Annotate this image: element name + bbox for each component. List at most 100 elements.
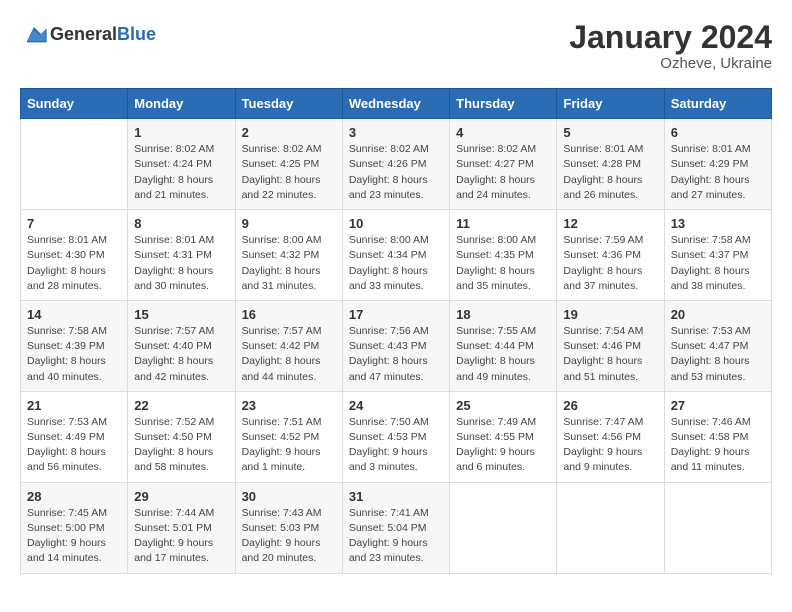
day-number: 19 [563,307,657,322]
day-number: 31 [349,489,443,504]
cell-week1-day6: 6Sunrise: 8:01 AMSunset: 4:29 PMDaylight… [664,119,771,210]
day-number: 15 [134,307,228,322]
cell-week5-day1: 29 Sunrise: 7:44 AMSunset: 5:01 PMDayligh… [128,482,235,573]
cell-week5-day3: 31 Sunrise: 7:41 AMSunset: 5:04 PMDayligh… [342,482,449,573]
day-info: Sunrise: 7:43 AMSunset: 5:03 PMDaylight:… [242,507,322,565]
title-block: January 2024 Ozheve, Ukraine [569,20,772,72]
logo-icon [20,20,48,48]
day-number: 9 [242,216,336,231]
day-info: Sunrise: 7:53 AMSunset: 4:47 PMDaylight:… [671,325,751,383]
day-number: 20 [671,307,765,322]
day-number: 18 [456,307,550,322]
cell-week1-day2: 2Sunrise: 8:02 AMSunset: 4:25 PMDaylight… [235,119,342,210]
cell-week3-day1: 15 Sunrise: 7:57 AMSunset: 4:40 PMDayligh… [128,300,235,391]
cell-week2-day1: 8 Sunrise: 8:01 AMSunset: 4:31 PMDaylight… [128,210,235,301]
col-header-friday: Friday [557,89,664,119]
cell-week4-day3: 24 Sunrise: 7:50 AMSunset: 4:53 PMDayligh… [342,391,449,482]
day-info: Sunrise: 7:46 AMSunset: 4:58 PMDaylight:… [671,416,751,474]
week-row-3: 14 Sunrise: 7:58 AMSunset: 4:39 PMDayligh… [21,300,772,391]
day-number: 12 [563,216,657,231]
cell-week1-day4: 4 Sunrise: 8:02 AMSunset: 4:27 PMDaylight… [450,119,557,210]
day-info: Sunrise: 7:53 AMSunset: 4:49 PMDaylight:… [27,416,107,474]
header: GeneralBlue January 2024 Ozheve, Ukraine [20,20,772,72]
cell-week5-day4 [450,482,557,573]
day-info: Sunrise: 8:00 AMSunset: 4:32 PMDaylight:… [242,234,322,292]
cell-week1-day3: 3 Sunrise: 8:02 AMSunset: 4:26 PMDaylight… [342,119,449,210]
cell-week4-day0: 21 Sunrise: 7:53 AMSunset: 4:49 PMDayligh… [21,391,128,482]
day-number: 8 [134,216,228,231]
day-number: 1 [134,125,228,140]
day-number: 26 [563,398,657,413]
cell-week4-day6: 27 Sunrise: 7:46 AMSunset: 4:58 PMDayligh… [664,391,771,482]
col-header-thursday: Thursday [450,89,557,119]
day-info: Sunrise: 7:57 AMSunset: 4:42 PMDaylight:… [242,325,322,383]
calendar-table: SundayMondayTuesdayWednesdayThursdayFrid… [20,88,772,573]
day-info: Sunrise: 8:02 AMSunset: 4:26 PMDaylight:… [349,143,429,201]
cell-week4-day4: 25Sunrise: 7:49 AMSunset: 4:55 PMDayligh… [450,391,557,482]
logo-general: General [50,24,117,44]
location-title: Ozheve, Ukraine [569,55,772,72]
day-number: 10 [349,216,443,231]
cell-week5-day0: 28Sunrise: 7:45 AMSunset: 5:00 PMDayligh… [21,482,128,573]
col-header-tuesday: Tuesday [235,89,342,119]
day-number: 21 [27,398,121,413]
cell-week1-day1: 1Sunrise: 8:02 AMSunset: 4:24 PMDaylight… [128,119,235,210]
logo-text: GeneralBlue [50,24,156,45]
day-info: Sunrise: 7:58 AMSunset: 4:39 PMDaylight:… [27,325,107,383]
day-info: Sunrise: 7:45 AMSunset: 5:00 PMDaylight:… [27,507,107,565]
day-info: Sunrise: 7:44 AMSunset: 5:01 PMDaylight:… [134,507,214,565]
day-number: 5 [563,125,657,140]
day-number: 14 [27,307,121,322]
cell-week3-day6: 20 Sunrise: 7:53 AMSunset: 4:47 PMDayligh… [664,300,771,391]
cell-week3-day2: 16Sunrise: 7:57 AMSunset: 4:42 PMDayligh… [235,300,342,391]
day-number: 27 [671,398,765,413]
day-info: Sunrise: 8:00 AMSunset: 4:34 PMDaylight:… [349,234,429,292]
cell-week4-day1: 22 Sunrise: 7:52 AMSunset: 4:50 PMDayligh… [128,391,235,482]
day-info: Sunrise: 7:56 AMSunset: 4:43 PMDaylight:… [349,325,429,383]
day-info: Sunrise: 7:58 AMSunset: 4:37 PMDaylight:… [671,234,751,292]
day-number: 23 [242,398,336,413]
cell-week2-day3: 10 Sunrise: 8:00 AMSunset: 4:34 PMDayligh… [342,210,449,301]
day-number: 4 [456,125,550,140]
day-number: 24 [349,398,443,413]
day-number: 11 [456,216,550,231]
day-info: Sunrise: 8:01 AMSunset: 4:31 PMDaylight:… [134,234,214,292]
day-number: 13 [671,216,765,231]
day-number: 3 [349,125,443,140]
day-info: Sunrise: 7:57 AMSunset: 4:40 PMDaylight:… [134,325,214,383]
cell-week3-day4: 18 Sunrise: 7:55 AMSunset: 4:44 PMDayligh… [450,300,557,391]
month-title: January 2024 [569,20,772,55]
day-info: Sunrise: 8:02 AMSunset: 4:27 PMDaylight:… [456,143,536,201]
day-number: 17 [349,307,443,322]
day-info: Sunrise: 7:41 AMSunset: 5:04 PMDaylight:… [349,507,429,565]
day-number: 2 [242,125,336,140]
logo-blue: Blue [117,24,156,44]
cell-week5-day2: 30 Sunrise: 7:43 AMSunset: 5:03 PMDayligh… [235,482,342,573]
day-number: 7 [27,216,121,231]
day-info: Sunrise: 8:01 AMSunset: 4:28 PMDaylight:… [563,143,643,201]
cell-week3-day0: 14 Sunrise: 7:58 AMSunset: 4:39 PMDayligh… [21,300,128,391]
week-row-1: 1Sunrise: 8:02 AMSunset: 4:24 PMDaylight… [21,119,772,210]
cell-week2-day2: 9 Sunrise: 8:00 AMSunset: 4:32 PMDaylight… [235,210,342,301]
logo: GeneralBlue [20,20,156,48]
cell-week2-day0: 7Sunrise: 8:01 AMSunset: 4:30 PMDaylight… [21,210,128,301]
header-row: SundayMondayTuesdayWednesdayThursdayFrid… [21,89,772,119]
day-info: Sunrise: 7:51 AMSunset: 4:52 PMDaylight:… [242,416,322,474]
cell-week2-day4: 11Sunrise: 8:00 AMSunset: 4:35 PMDayligh… [450,210,557,301]
col-header-saturday: Saturday [664,89,771,119]
day-number: 22 [134,398,228,413]
col-header-monday: Monday [128,89,235,119]
day-info: Sunrise: 7:52 AMSunset: 4:50 PMDaylight:… [134,416,214,474]
cell-week2-day6: 13 Sunrise: 7:58 AMSunset: 4:37 PMDayligh… [664,210,771,301]
day-info: Sunrise: 7:50 AMSunset: 4:53 PMDaylight:… [349,416,429,474]
cell-week2-day5: 12Sunrise: 7:59 AMSunset: 4:36 PMDayligh… [557,210,664,301]
cell-week3-day5: 19 Sunrise: 7:54 AMSunset: 4:46 PMDayligh… [557,300,664,391]
col-header-sunday: Sunday [21,89,128,119]
day-number: 29 [134,489,228,504]
day-info: Sunrise: 8:01 AMSunset: 4:29 PMDaylight:… [671,143,751,201]
day-info: Sunrise: 7:55 AMSunset: 4:44 PMDaylight:… [456,325,536,383]
cell-week4-day5: 26Sunrise: 7:47 AMSunset: 4:56 PMDayligh… [557,391,664,482]
day-number: 30 [242,489,336,504]
day-info: Sunrise: 7:49 AMSunset: 4:55 PMDaylight:… [456,416,536,474]
day-info: Sunrise: 7:54 AMSunset: 4:46 PMDaylight:… [563,325,643,383]
